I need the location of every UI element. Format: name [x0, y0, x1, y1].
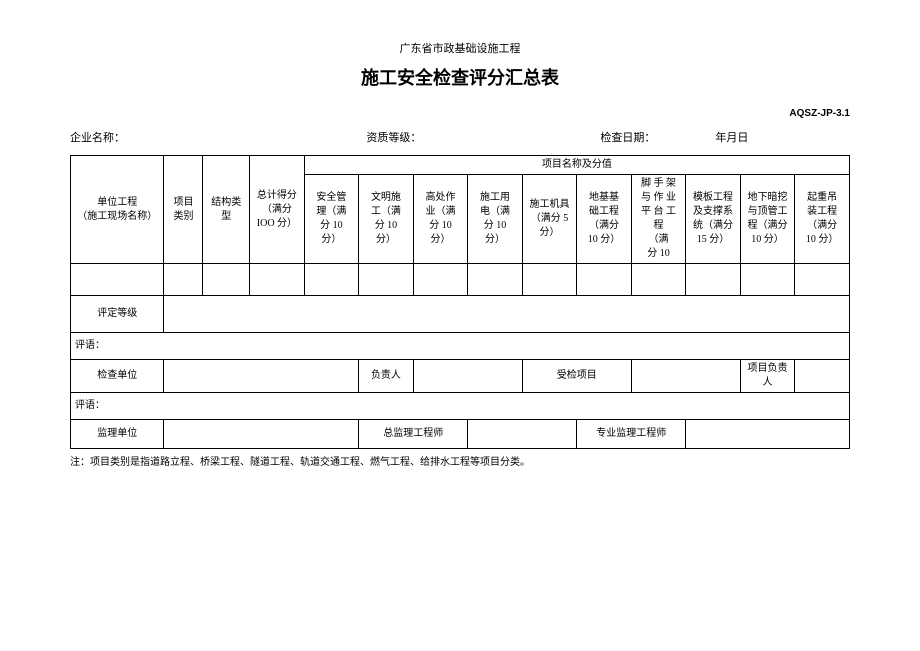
col-c6: 地基基础工程（满分10 分） [577, 175, 632, 264]
data-cell[interactable] [413, 264, 468, 296]
responsible-label: 负责人 [359, 360, 414, 393]
project-responsible-label: 项目负责人 [740, 360, 795, 393]
supervisor-unit-value[interactable] [164, 420, 359, 449]
pingyu-row-2: 评语： [71, 393, 850, 420]
check-date-field: 检查日期： 年月日 [600, 129, 850, 145]
col-c4: 施工用电（满分 10分） [468, 175, 523, 264]
check-unit-value[interactable] [164, 360, 359, 393]
inspected-project-value[interactable] [631, 360, 740, 393]
check-unit-row: 检查单位 负责人 受检项目 项目负责人 [71, 360, 850, 393]
pingyu-label-2: 评语： [71, 393, 850, 420]
data-cell[interactable] [304, 264, 359, 296]
data-cell[interactable] [686, 264, 741, 296]
col-c8: 模板工程及支撑系统（满分15 分） [686, 175, 741, 264]
col-category: 项目类别 [164, 156, 203, 264]
pro-supervisor-label: 专业监理工程师 [577, 420, 686, 449]
data-row [71, 264, 850, 296]
data-cell[interactable] [203, 264, 250, 296]
page-title: 施工安全检查评分汇总表 [70, 64, 850, 90]
inspected-project-label: 受检项目 [522, 360, 631, 393]
responsible-value[interactable] [413, 360, 522, 393]
data-cell[interactable] [795, 264, 850, 296]
data-cell[interactable] [71, 264, 164, 296]
group-header: 项目名称及分值 [304, 156, 849, 175]
footnote: 注：项目类别是指道路立程、桥梁工程、隧道工程、轨道交通工程、燃气工程、给排水工程… [70, 453, 850, 468]
supervisor-row: 监理单位 总监理工程师 专业监理工程师 [71, 420, 850, 449]
main-table: 单位工程（施工现场名称） 项目类别 结构类型 总计得分（满分IOO 分） 项目名… [70, 155, 850, 449]
grade-field: 资质等级： [366, 129, 600, 145]
assess-label: 评定等级 [71, 296, 164, 333]
col-total: 总计得分（满分IOO 分） [250, 156, 305, 264]
data-cell[interactable] [577, 264, 632, 296]
assess-row: 评定等级 [71, 296, 850, 333]
company-name-field: 企业名称： [70, 129, 366, 145]
data-cell[interactable] [359, 264, 414, 296]
info-row: 企业名称： 资质等级： 检查日期： 年月日 [70, 129, 850, 145]
chief-supervisor-label: 总监理工程师 [359, 420, 468, 449]
col-c10: 起重吊装工程（满分10 分） [795, 175, 850, 264]
pingyu-label: 评语： [71, 333, 850, 360]
document-code: AQSZ-JP-3.1 [70, 108, 850, 119]
data-cell[interactable] [164, 264, 203, 296]
pingyu-row-1: 评语： [71, 333, 850, 360]
col-c5: 施工机具（满分 5分） [522, 175, 577, 264]
chief-supervisor-value[interactable] [468, 420, 577, 449]
col-c1: 安全管理（满分 10分） [304, 175, 359, 264]
check-unit-label: 检查单位 [71, 360, 164, 393]
col-c7: 脚 手 架与 作 业平 台 工程（满分 10 [631, 175, 686, 264]
data-cell[interactable] [468, 264, 523, 296]
col-c3: 高处作业（满分 10分） [413, 175, 468, 264]
col-structure: 结构类型 [203, 156, 250, 264]
project-responsible-value[interactable] [795, 360, 850, 393]
data-cell[interactable] [250, 264, 305, 296]
header-row-1: 单位工程（施工现场名称） 项目类别 结构类型 总计得分（满分IOO 分） 项目名… [71, 156, 850, 175]
data-cell[interactable] [631, 264, 686, 296]
data-cell[interactable] [740, 264, 795, 296]
header-subtitle: 广东省市政基础设施工程 [70, 40, 850, 56]
check-date-label: 检查日期： [600, 129, 655, 145]
supervisor-unit-label: 监理单位 [71, 420, 164, 449]
data-cell[interactable] [522, 264, 577, 296]
assess-value[interactable] [164, 296, 850, 333]
col-c2: 文明施工（满分 10分） [359, 175, 414, 264]
col-c9: 地下暗挖与顶管工程（满分10 分） [740, 175, 795, 264]
pro-supervisor-value[interactable] [686, 420, 850, 449]
date-suffix: 年月日 [715, 129, 748, 145]
col-unit: 单位工程（施工现场名称） [71, 156, 164, 264]
